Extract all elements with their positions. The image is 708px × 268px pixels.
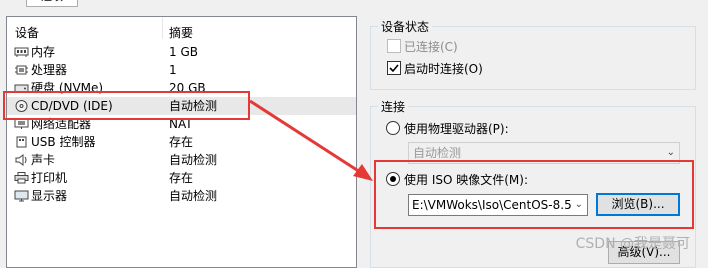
annotation-arrow-icon: [249, 99, 373, 181]
watermark: CSDN @我是聂可: [575, 236, 690, 252]
